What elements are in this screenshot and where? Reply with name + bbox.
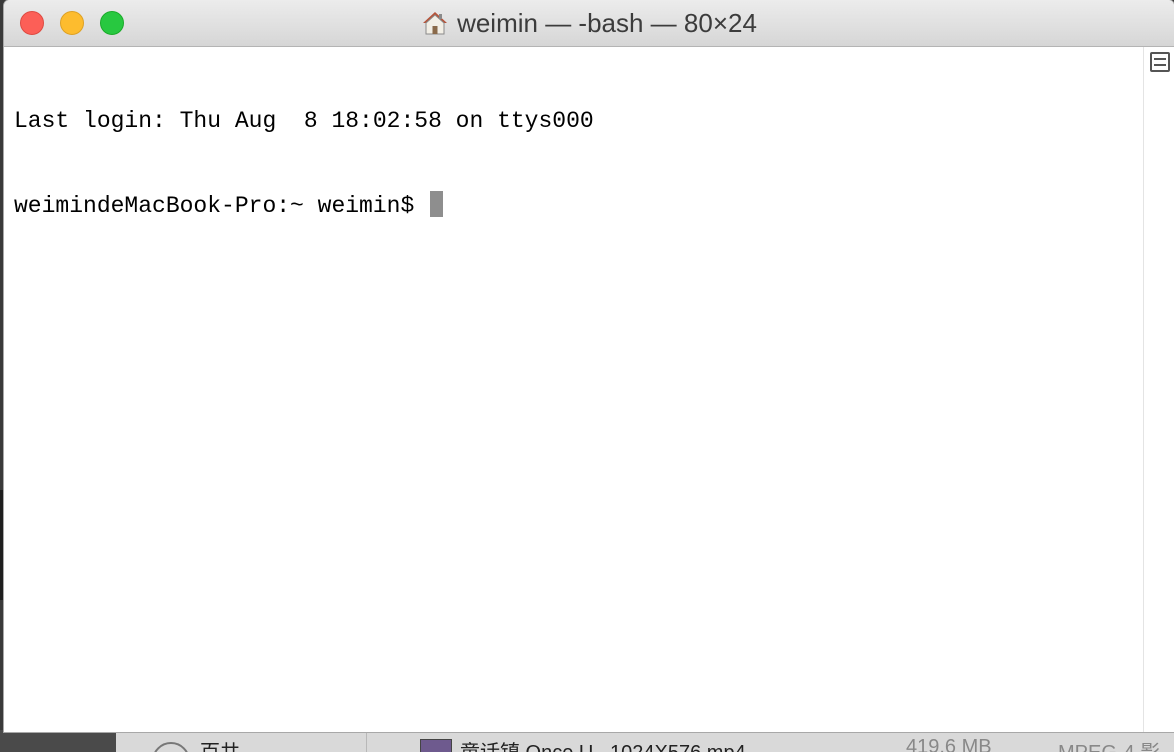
background-file-kind: MPEG-4 影 [1058,736,1160,752]
text-cursor [430,191,444,217]
window-title-container: weimin — -bash — 80×24 [4,0,1174,46]
desktop: 百共 童话镇 Once U...1024X576.mp4 419.6 MB MP… [0,0,1174,752]
window-title: weimin — -bash — 80×24 [457,7,757,38]
background-file-size: 419.6 MB [906,736,992,752]
background-finder-sidebar [0,730,116,752]
terminal-window: weimin — -bash — 80×24 Last login: Thu A… [4,0,1174,732]
split-pane-icon[interactable] [1150,52,1170,72]
terminal-content[interactable]: Last login: Thu Aug 8 18:02:58 on ttys00… [4,47,1144,732]
terminal-line: Last login: Thu Aug 8 18:02:58 on ttys00… [14,108,594,134]
background-file-name[interactable]: 童话镇 Once U...1024X576.mp4 [460,736,746,752]
scroll-gutter[interactable] [1143,47,1174,732]
terminal-prompt-line: weimindeMacBook-Pro:~ weimin$ [14,191,1134,219]
title-bar[interactable]: weimin — -bash — 80×24 [4,0,1174,47]
background-column-divider [366,730,367,752]
home-icon [423,12,448,35]
shell-prompt: weimindeMacBook-Pro:~ weimin$ [14,193,429,219]
video-file-icon [420,739,452,752]
background-sidebar-label: 百共 [200,736,240,752]
